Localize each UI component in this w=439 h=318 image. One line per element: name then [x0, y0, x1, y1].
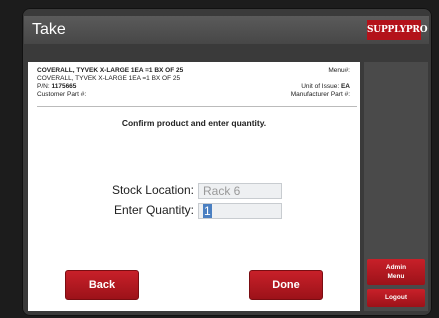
quantity-label: Enter Quantity:: [113, 203, 194, 217]
unit-value: EA: [340, 83, 350, 90]
instruction-prompt: Confirm product and enter quantity.: [121, 118, 267, 128]
part-number: P/N: 1175665: [37, 83, 76, 90]
supplypro-logo: SUPPLYPRO: [367, 20, 428, 40]
menu-number-label: Menu#:: [328, 67, 350, 74]
manufacturer-part-label: Manufacturer Part #:: [290, 91, 350, 98]
stock-location-label: Stock Location:: [111, 183, 194, 197]
screen-title: Take: [32, 21, 66, 38]
quantity-input[interactable]: 1: [198, 203, 282, 219]
product-description-secondary: COVERALL, TYVEK X-LARGE 1EA =1 BX OF 25: [37, 75, 181, 82]
admin-menu-button[interactable]: Admin Menu: [367, 259, 425, 285]
unit-label: Unit of Issue:: [301, 83, 340, 90]
customer-part-label: Customer Part #:: [37, 91, 87, 98]
back-button[interactable]: Back: [65, 270, 139, 300]
unit-of-issue: Unit of Issue: EA: [270, 83, 350, 90]
divider: [37, 106, 357, 107]
pn-value: 1175665: [51, 83, 77, 90]
product-description: COVERALL, TYVEK X-LARGE 1EA =1 BX OF 25: [37, 67, 184, 74]
stock-location-field[interactable]: Rack 6: [198, 183, 282, 199]
pn-label: P/N:: [37, 83, 50, 90]
done-button[interactable]: Done: [249, 270, 323, 300]
quantity-value: 1: [203, 204, 212, 218]
logout-button[interactable]: Logout: [367, 289, 425, 307]
